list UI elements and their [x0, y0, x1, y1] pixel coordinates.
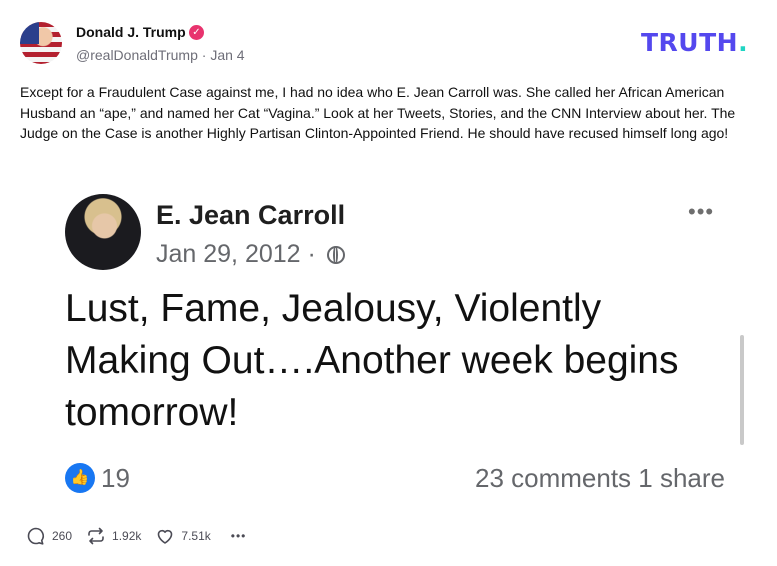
embed-date-row: Jan 29, 2012 · [156, 240, 345, 269]
post-date[interactable]: Jan 4 [210, 47, 244, 63]
retruth-icon [88, 527, 104, 545]
post-text: Except for a Fraudulent Case against me,… [20, 84, 736, 141]
logo-dot: . [738, 28, 749, 57]
reply-icon [27, 527, 44, 545]
embed-avatar [65, 194, 141, 270]
truth-logo[interactable]: TRUTH. [641, 28, 748, 57]
embed-stats: 23 comments 1 share [474, 463, 725, 493]
reply-button[interactable]: 260 [26, 526, 72, 546]
logo-text: TRUTH [641, 28, 739, 57]
like-button[interactable]: 7.51k [155, 526, 211, 546]
reply-count: 260 [52, 529, 73, 543]
thumbs-up-icon: 👍 [65, 463, 95, 493]
verified-badge-icon: ✓ [189, 25, 204, 40]
retruth-count: 1.92k [112, 529, 142, 543]
embed-scrollbar [740, 335, 744, 445]
embed-date: Jan 29, 2012 · [156, 240, 316, 268]
globe-icon [326, 246, 345, 264]
meta-separator: · [201, 47, 207, 63]
embed-author-name: E. Jean Carroll [156, 200, 346, 230]
embedded-screenshot[interactable]: E. Jean Carroll ••• Jan 29, 2012 · Lust,… [20, 185, 765, 505]
more-icon: ••• [688, 199, 715, 224]
like-count: 7.51k [181, 529, 211, 543]
embed-body: Lust, Fame, Jealousy, Violently Making O… [65, 287, 679, 434]
embed-like-count: 19 [101, 463, 130, 493]
post-meta: @realDonaldTrump · Jan 4 [76, 47, 245, 63]
post-handle[interactable]: @realDonaldTrump [76, 47, 198, 63]
post-author-name[interactable]: Donald J. Trump [76, 24, 186, 40]
post-actions: 260 1.92k 7.51k ••• [26, 525, 260, 547]
more-actions-icon: ••• [230, 529, 247, 543]
more-actions-button[interactable]: ••• [225, 528, 247, 544]
post-author-avatar[interactable] [20, 22, 62, 64]
retruth-button[interactable]: 1.92k [86, 526, 141, 546]
heart-icon [158, 529, 173, 544]
